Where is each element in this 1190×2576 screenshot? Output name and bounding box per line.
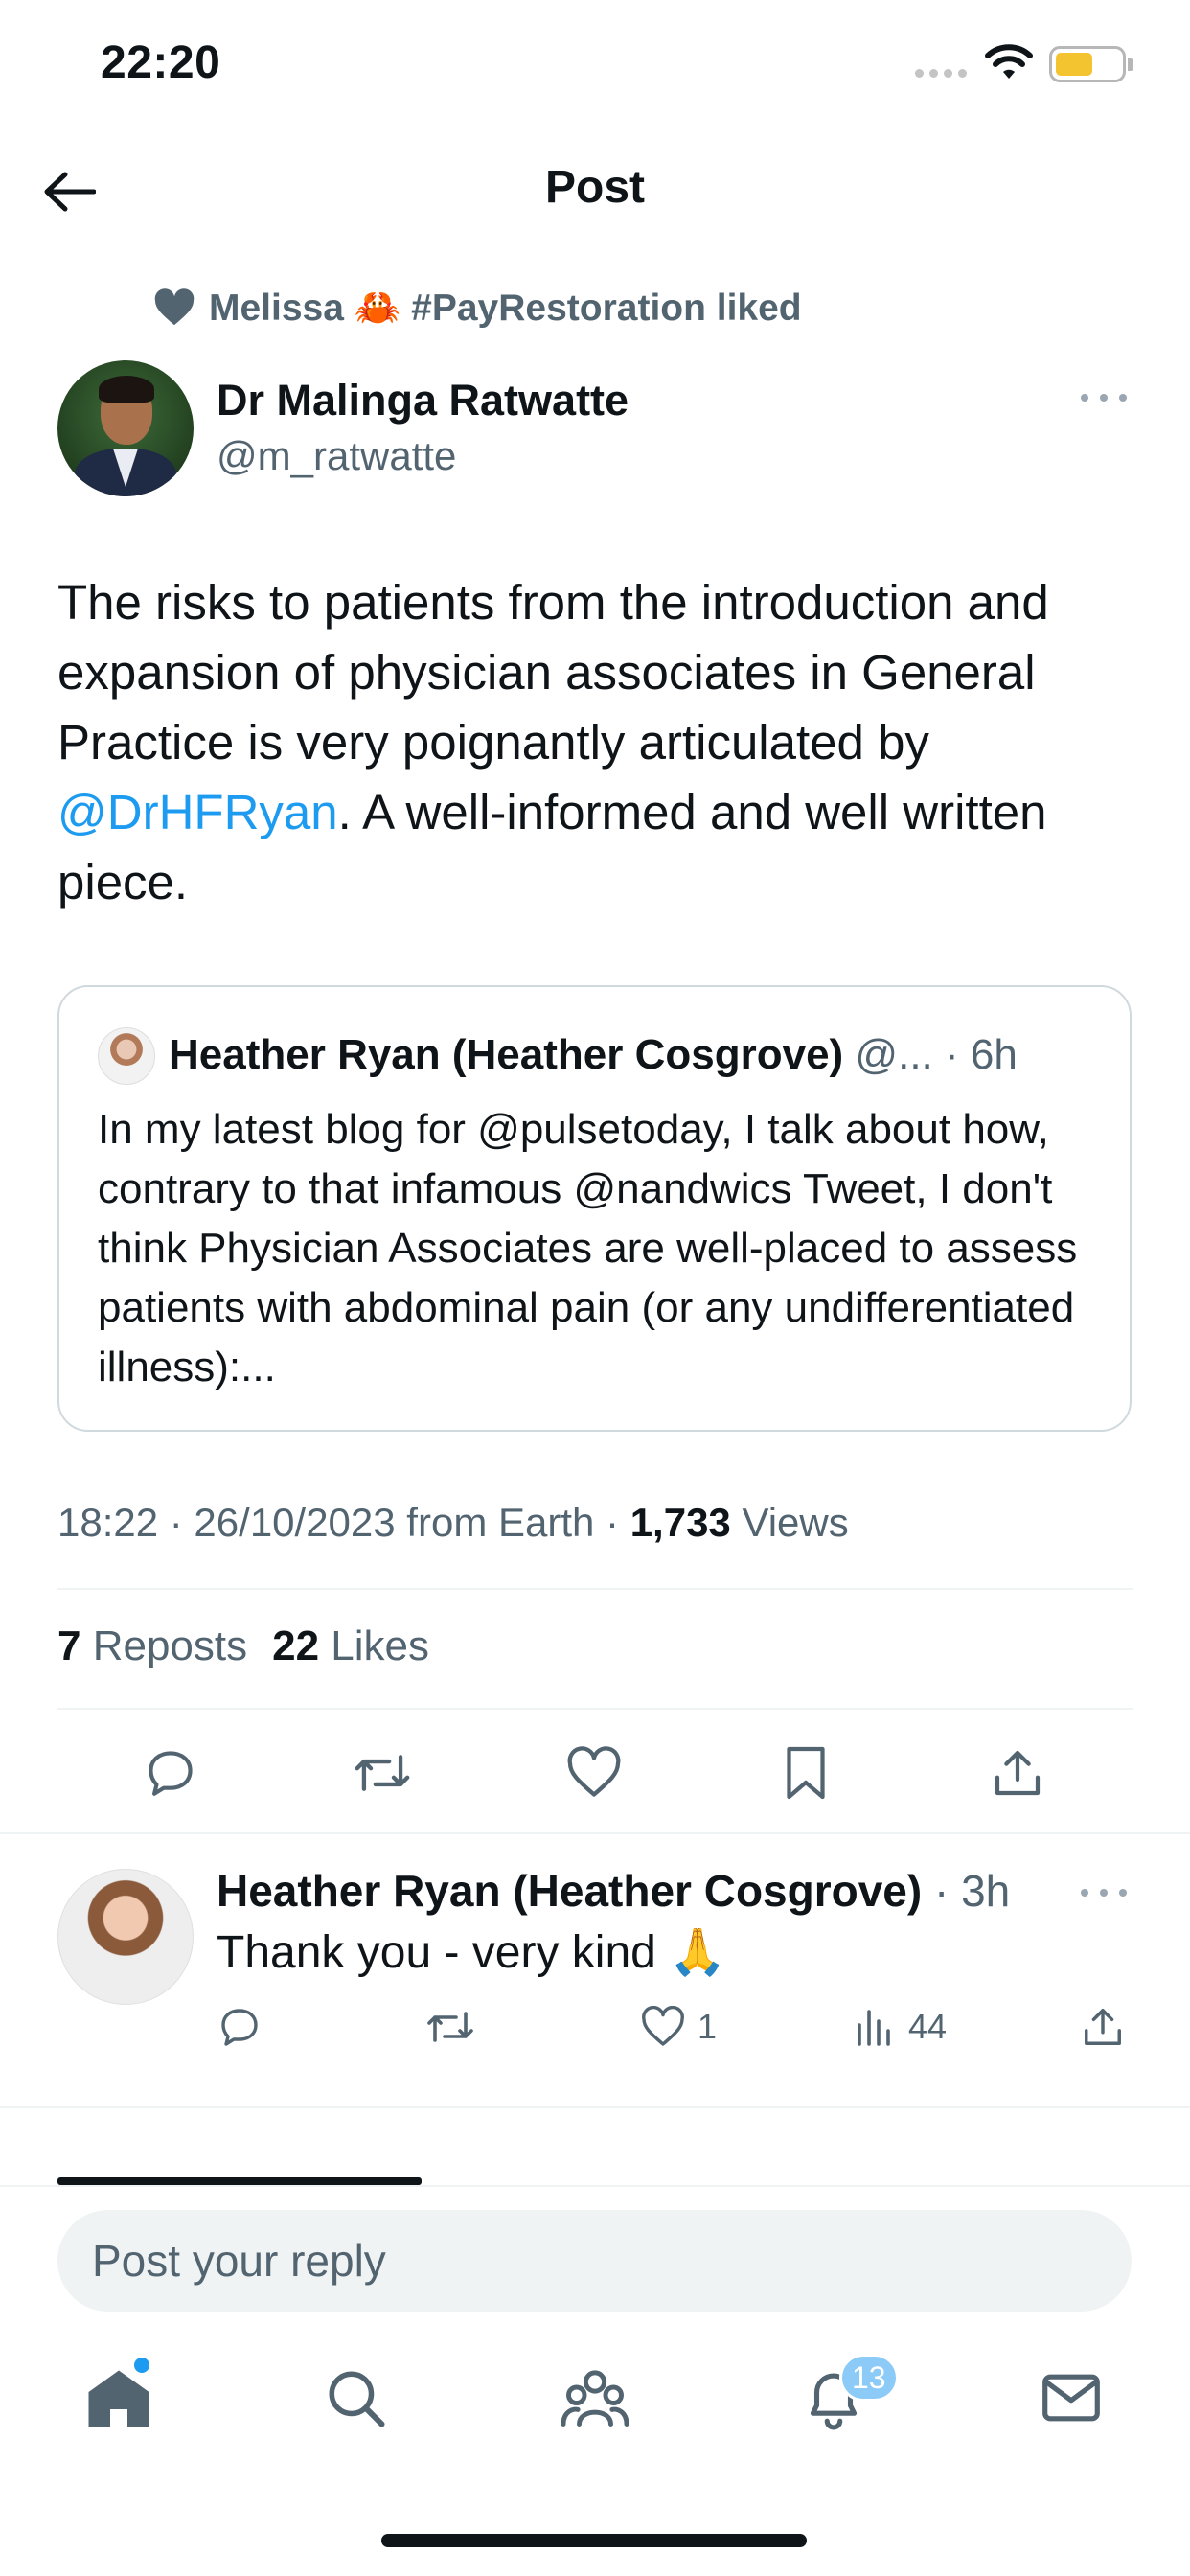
status-bar: 22:20 — [0, 0, 1190, 125]
status-time: 22:20 — [101, 37, 221, 88]
quoted-post-card[interactable]: Heather Ryan (Heather Cosgrove) @... · 6… — [57, 985, 1132, 1432]
views-label: Views — [730, 1500, 849, 1545]
author-handle[interactable]: @m_ratwatte — [217, 433, 456, 479]
reply-like-button[interactable]: 1 — [640, 1998, 717, 2056]
reply-like-count: 1 — [698, 2007, 718, 2046]
search-icon — [329, 2371, 385, 2427]
views-count: 1,733 — [629, 1500, 731, 1545]
divider — [57, 1588, 1133, 1590]
repost-button[interactable] — [352, 1742, 413, 1804]
quote-meta: @... · 6h — [843, 1031, 1018, 1078]
reposts-count: 7 — [57, 1622, 81, 1669]
share-button[interactable] — [987, 1742, 1048, 1804]
divider — [57, 1708, 1133, 1710]
post-meta: 18:22 · 26/10/2023 from Earth · 1,733 Vi… — [57, 1500, 849, 1546]
reply-input[interactable]: Post your reply — [57, 2210, 1132, 2312]
signal-icon — [915, 69, 967, 78]
likes-count: 22 — [272, 1622, 320, 1669]
reposts-stat[interactable]: 7 Reposts — [57, 1622, 247, 1669]
tab-search[interactable] — [317, 2359, 394, 2436]
author-avatar[interactable] — [57, 360, 194, 496]
reply-button[interactable] — [140, 1742, 201, 1804]
nav-header: Post — [0, 144, 1190, 240]
reply-icon — [221, 2009, 258, 2046]
notifications-badge: 13 — [839, 2354, 899, 2402]
reply-composer: Post your reply — [0, 2185, 1190, 2329]
social-context[interactable]: Melissa 🦀 #PayRestoration liked — [153, 286, 802, 330]
like-button[interactable] — [563, 1742, 625, 1804]
reply-author-name[interactable]: Heather Ryan (Heather Cosgrove) — [217, 1866, 922, 1916]
bookmark-icon — [787, 1746, 825, 1800]
repost-icon — [427, 2012, 473, 2042]
engagement-stats: 7 Reposts 22 Likes — [57, 1622, 429, 1670]
post-more-button[interactable] — [1081, 383, 1127, 412]
reply-icon — [149, 1751, 193, 1796]
home-new-posts-dot — [134, 2358, 149, 2373]
bookmark-button[interactable] — [775, 1742, 836, 1804]
post-text-start: The risks to patients from the introduct… — [57, 575, 1049, 770]
reply-views-button[interactable]: 44 — [853, 1998, 947, 2056]
battery-icon — [1049, 46, 1133, 82]
social-context-text: Melissa 🦀 #PayRestoration liked — [209, 288, 802, 329]
reposts-label: Reposts — [80, 1622, 248, 1669]
share-icon — [1085, 2009, 1121, 2045]
mention-link[interactable]: @DrHFRyan — [57, 785, 338, 840]
reply-action-bar: 1 44 — [0, 1998, 1190, 2056]
likes-stat[interactable]: 22 Likes — [272, 1622, 429, 1669]
author-name[interactable]: Dr Malinga Ratwatte — [217, 376, 629, 426]
home-icon — [88, 2370, 149, 2426]
reply-repost-button[interactable] — [425, 1998, 475, 2056]
tab-bar — [0, 2331, 1190, 2474]
reply-reply-button[interactable] — [217, 1998, 263, 2056]
quote-text: In my latest blog for @pulsetoday, I tal… — [98, 1106, 1078, 1391]
repost-icon — [355, 1755, 410, 1791]
views-icon — [858, 2010, 890, 2046]
reply-views-count: 44 — [908, 2007, 948, 2046]
divider — [0, 2106, 1190, 2108]
post-action-bar — [0, 1735, 1190, 1811]
discover-section-peek — [57, 2164, 441, 2187]
quote-author-avatar — [98, 1027, 155, 1085]
like-icon — [642, 2006, 684, 2046]
quote-header: Heather Ryan (Heather Cosgrove) @... · 6… — [169, 1031, 1018, 1079]
page-title: Post — [544, 162, 645, 213]
likes-label: Likes — [319, 1622, 430, 1669]
share-icon — [995, 1750, 1041, 1796]
reply-meta: · 3h — [922, 1866, 1011, 1916]
home-indicator — [381, 2534, 807, 2547]
communities-icon — [561, 2370, 629, 2426]
post-text: The risks to patients from the introduct… — [57, 567, 1140, 917]
reply-author-avatar[interactable] — [57, 1869, 194, 2005]
reply-more-button[interactable] — [1081, 1878, 1127, 1907]
tab-communities[interactable] — [557, 2359, 633, 2436]
divider — [0, 1832, 1190, 1834]
reply-share-button[interactable] — [1081, 1998, 1125, 2056]
wifi-icon — [985, 44, 1033, 79]
post-timestamp: 18:22 · 26/10/2023 from Earth · — [57, 1500, 630, 1545]
quote-author-name: Heather Ryan (Heather Cosgrove) — [169, 1031, 844, 1078]
tab-messages[interactable] — [1033, 2359, 1110, 2436]
heart-icon — [154, 288, 195, 326]
reply-text: Thank you - very kind 🙏 — [217, 1927, 726, 1978]
like-icon — [567, 1746, 621, 1797]
messages-icon — [1042, 2374, 1100, 2422]
reply-header: Heather Ryan (Heather Cosgrove) · 3h — [217, 1865, 1010, 1917]
